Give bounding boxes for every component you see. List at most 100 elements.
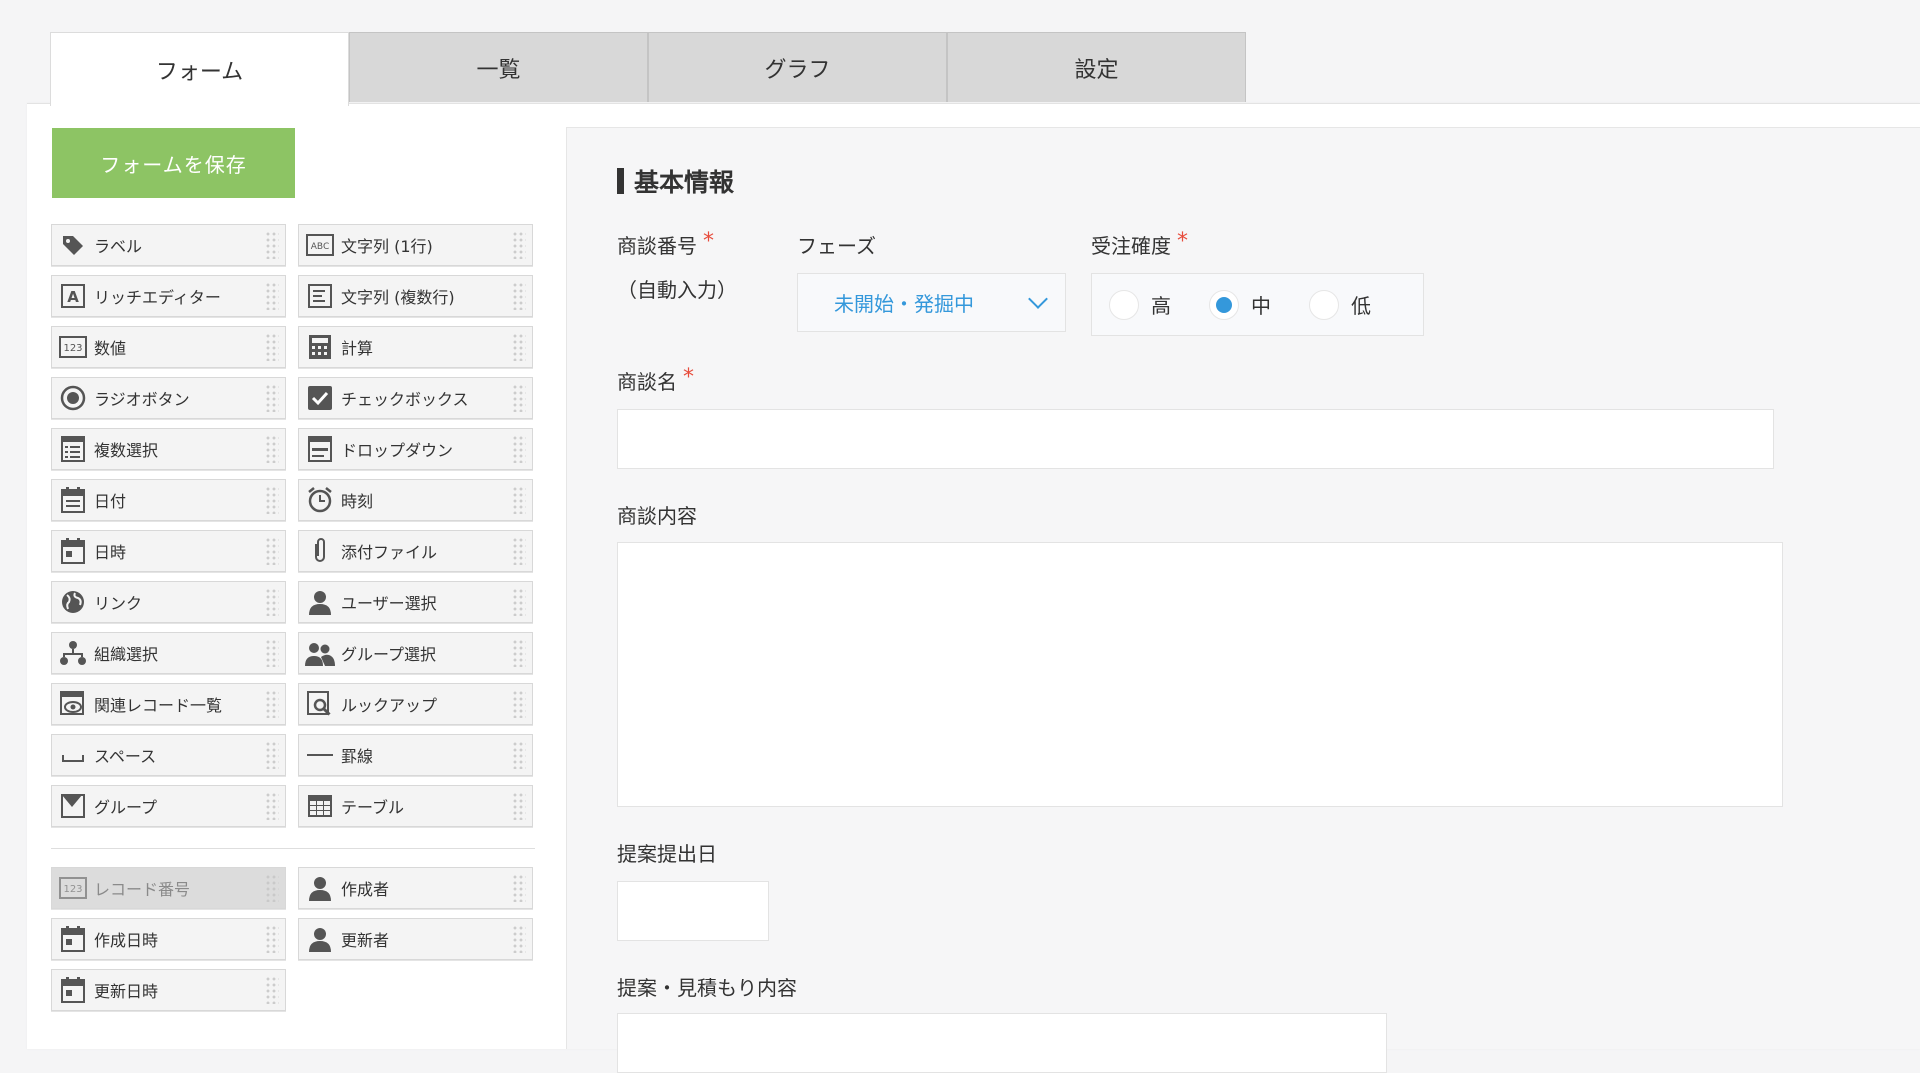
- palette-item[interactable]: ABC 文字列 (1行): [298, 224, 533, 266]
- palette-item[interactable]: リンク: [51, 581, 286, 623]
- phase-dropdown[interactable]: 未開始・発掘中: [797, 273, 1066, 332]
- palette-item[interactable]: 日時: [51, 530, 286, 572]
- drag-handle-icon[interactable]: [512, 333, 526, 361]
- palette-item[interactable]: 日付: [51, 479, 286, 521]
- drag-handle-icon[interactable]: [512, 231, 526, 259]
- date-icon: [58, 485, 88, 515]
- palette-item: 123 レコード番号: [51, 867, 286, 909]
- required-mark: *: [683, 365, 694, 390]
- palette-item[interactable]: グループ: [51, 785, 286, 827]
- palette-item-label: 複数選択: [94, 441, 159, 460]
- drag-handle-icon[interactable]: [265, 690, 279, 718]
- drag-handle-icon[interactable]: [512, 639, 526, 667]
- drag-handle-icon[interactable]: [265, 874, 279, 902]
- palette-item[interactable]: ラジオボタン: [51, 377, 286, 419]
- radio-icon: [58, 383, 88, 413]
- palette-item-label: ルックアップ: [341, 696, 438, 715]
- palette-item[interactable]: 時刻: [298, 479, 533, 521]
- drag-handle-icon[interactable]: [512, 690, 526, 718]
- save-form-button[interactable]: フォームを保存: [52, 128, 295, 198]
- palette-item[interactable]: ドロップダウン: [298, 428, 533, 470]
- palette-item-label: ラベル: [94, 237, 143, 256]
- tab-graph[interactable]: グラフ: [648, 32, 947, 102]
- tab-form[interactable]: フォーム: [50, 32, 349, 106]
- drag-handle-icon[interactable]: [512, 486, 526, 514]
- palette-item[interactable]: 罫線: [298, 734, 533, 776]
- proposal-content-label: 提案・見積もり内容: [617, 976, 797, 1000]
- calculator-icon: [305, 332, 335, 362]
- palette-item-label: テーブル: [341, 798, 405, 817]
- palette-item-label: 計算: [341, 339, 374, 358]
- tab-list[interactable]: 一覧: [349, 32, 648, 102]
- palette-item[interactable]: 作成日時: [51, 918, 286, 960]
- drag-handle-icon[interactable]: [512, 435, 526, 463]
- drag-handle-icon[interactable]: [265, 976, 279, 1004]
- drag-handle-icon[interactable]: [265, 231, 279, 259]
- probability-radio-group: 高 中 低: [1091, 273, 1424, 336]
- palette-item-label: チェックボックス: [341, 390, 469, 409]
- proposal-content-input[interactable]: [617, 1013, 1387, 1073]
- field-palette: ラベル ABC 文字列 (1行) A リッチエディター 文字列 (複数行) 123 数値 計算ラ…: [51, 224, 535, 1011]
- palette-item-label: 更新日時: [94, 982, 159, 1001]
- palette-item-label: 文字列 (複数行): [341, 288, 455, 307]
- tab-settings[interactable]: 設定: [947, 32, 1246, 102]
- palette-item[interactable]: 添付ファイル: [298, 530, 533, 572]
- phase-label: フェーズ: [797, 234, 876, 258]
- drag-handle-icon[interactable]: [265, 486, 279, 514]
- datetime-icon: [58, 975, 88, 1005]
- palette-item[interactable]: ユーザー選択: [298, 581, 533, 623]
- clock-icon: [305, 485, 335, 515]
- palette-item[interactable]: グループ選択: [298, 632, 533, 674]
- drag-handle-icon[interactable]: [512, 741, 526, 769]
- palette-item[interactable]: ラベル: [51, 224, 286, 266]
- palette-item-label: 時刻: [341, 492, 374, 511]
- palette-item[interactable]: 更新日時: [51, 969, 286, 1011]
- radio-medium[interactable]: 中: [1209, 289, 1271, 320]
- palette-item[interactable]: 関連レコード一覧: [51, 683, 286, 725]
- palette-item[interactable]: 組織選択: [51, 632, 286, 674]
- user-icon: [305, 924, 335, 954]
- palette-item[interactable]: A リッチエディター: [51, 275, 286, 317]
- drag-handle-icon[interactable]: [265, 333, 279, 361]
- drag-handle-icon[interactable]: [512, 384, 526, 412]
- palette-item[interactable]: 文字列 (複数行): [298, 275, 533, 317]
- palette-item[interactable]: ルックアップ: [298, 683, 533, 725]
- drag-handle-icon[interactable]: [512, 874, 526, 902]
- drag-handle-icon[interactable]: [265, 925, 279, 953]
- multiline-text-icon: [305, 281, 335, 311]
- drag-handle-icon[interactable]: [512, 282, 526, 310]
- radio-high[interactable]: 高: [1109, 289, 1171, 320]
- palette-item[interactable]: 作成者: [298, 867, 533, 909]
- radio-circle[interactable]: [1109, 289, 1139, 320]
- drag-handle-icon[interactable]: [265, 537, 279, 565]
- svg-text:123: 123: [63, 884, 82, 895]
- group-field-icon: [58, 791, 88, 821]
- drag-handle-icon[interactable]: [512, 792, 526, 820]
- drag-handle-icon[interactable]: [265, 639, 279, 667]
- drag-handle-icon[interactable]: [265, 741, 279, 769]
- palette-item[interactable]: スペース: [51, 734, 286, 776]
- drag-handle-icon[interactable]: [512, 925, 526, 953]
- drag-handle-icon[interactable]: [512, 537, 526, 565]
- drag-handle-icon[interactable]: [265, 792, 279, 820]
- radio-circle-selected[interactable]: [1209, 289, 1239, 320]
- palette-item[interactable]: テーブル: [298, 785, 533, 827]
- palette-item[interactable]: 複数選択: [51, 428, 286, 470]
- drag-handle-icon[interactable]: [265, 282, 279, 310]
- drag-handle-icon[interactable]: [265, 435, 279, 463]
- deal-name-input[interactable]: [617, 409, 1774, 469]
- palette-item[interactable]: 更新者: [298, 918, 533, 960]
- palette-item[interactable]: チェックボックス: [298, 377, 533, 419]
- palette-item-label: レコード番号: [94, 880, 191, 899]
- radio-circle[interactable]: [1309, 289, 1339, 320]
- drag-handle-icon[interactable]: [265, 588, 279, 616]
- palette-item-label: 更新者: [341, 931, 390, 950]
- drag-handle-icon[interactable]: [512, 588, 526, 616]
- radio-low[interactable]: 低: [1309, 289, 1371, 320]
- deal-content-textarea[interactable]: [617, 542, 1783, 807]
- probability-label: 受注確度 *: [1091, 229, 1188, 258]
- proposal-date-input[interactable]: [617, 881, 769, 941]
- palette-item[interactable]: 123 数値: [51, 326, 286, 368]
- drag-handle-icon[interactable]: [265, 384, 279, 412]
- palette-item[interactable]: 計算: [298, 326, 533, 368]
